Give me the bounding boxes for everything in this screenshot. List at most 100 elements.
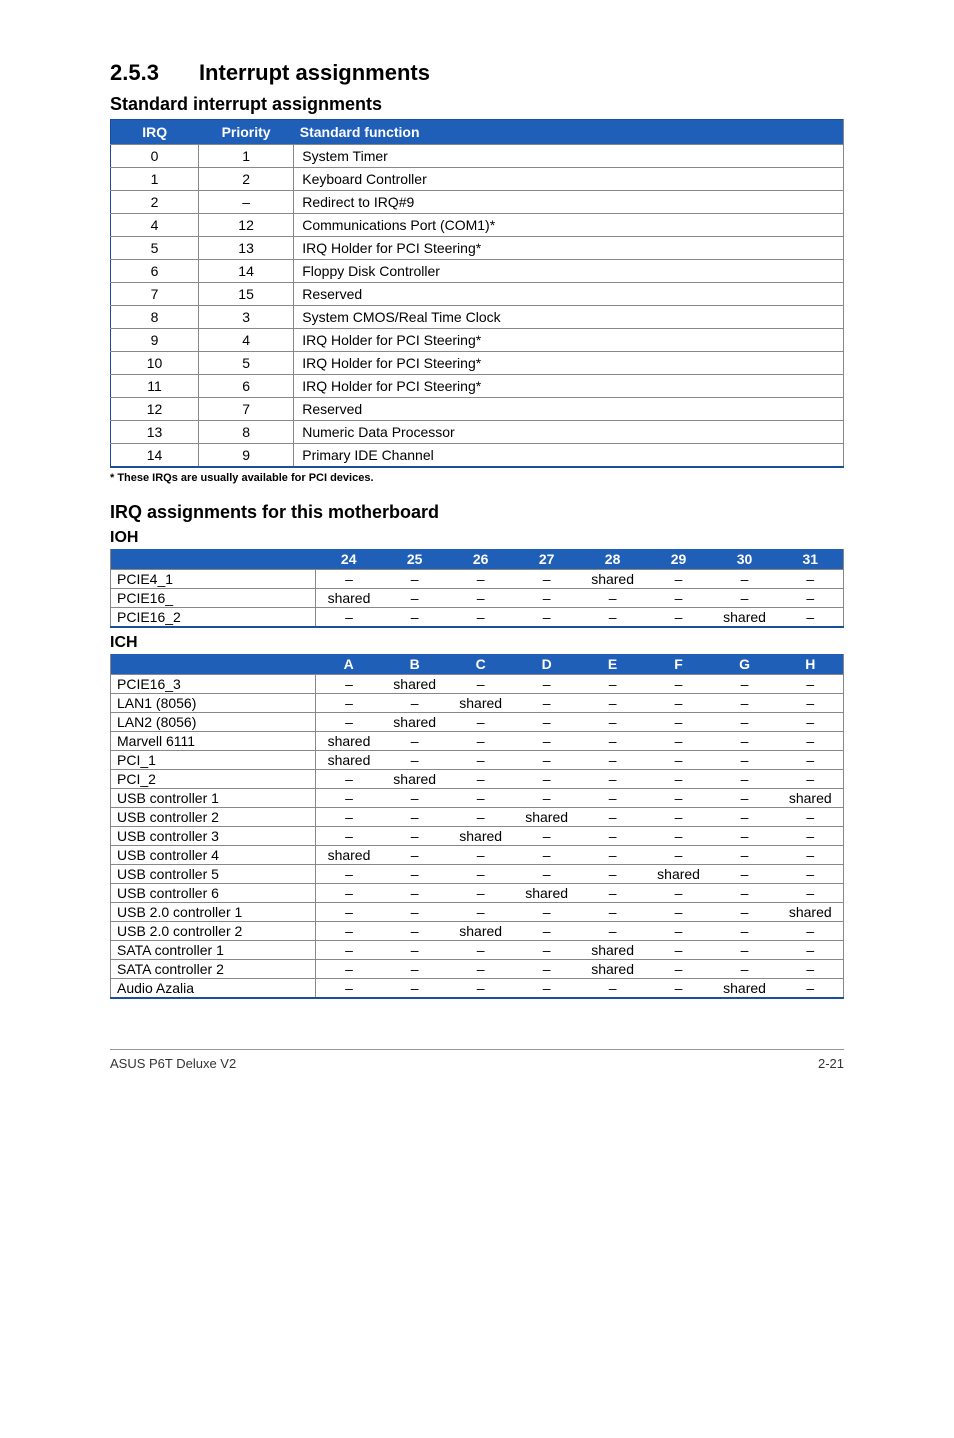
- cell-value: –: [580, 751, 646, 770]
- cell-value: shared: [382, 675, 448, 694]
- cell-value: –: [514, 960, 580, 979]
- cell-value: –: [580, 770, 646, 789]
- cell-value: –: [778, 732, 844, 751]
- table-row: 513IRQ Holder for PCI Steering*: [111, 237, 844, 260]
- table-row: USB controller 6–––shared––––: [111, 884, 844, 903]
- cell-value: –: [778, 922, 844, 941]
- cell-value: shared: [316, 751, 382, 770]
- cell-value: –: [778, 570, 844, 589]
- cell-value: –: [778, 846, 844, 865]
- cell-value: –: [382, 846, 448, 865]
- cell-row-label: PCI_1: [111, 751, 316, 770]
- cell-irq: 14: [111, 444, 199, 468]
- cell-priority: 4: [198, 329, 293, 352]
- cell-value: –: [514, 827, 580, 846]
- cell-value: –: [712, 827, 778, 846]
- cell-value: –: [778, 608, 844, 628]
- cell-value: –: [514, 589, 580, 608]
- std-heading: Standard interrupt assignments: [110, 94, 844, 115]
- cell-value: –: [514, 570, 580, 589]
- cell-value: shared: [712, 979, 778, 999]
- cell-value: –: [316, 884, 382, 903]
- th-col: G: [712, 654, 778, 675]
- cell-value: –: [580, 922, 646, 941]
- cell-value: –: [646, 608, 712, 628]
- cell-function: Redirect to IRQ#9: [294, 191, 844, 214]
- cell-value: –: [316, 903, 382, 922]
- cell-value: –: [580, 608, 646, 628]
- cell-value: –: [448, 570, 514, 589]
- cell-value: –: [316, 808, 382, 827]
- cell-value: –: [778, 865, 844, 884]
- cell-irq: 9: [111, 329, 199, 352]
- cell-value: –: [382, 751, 448, 770]
- cell-value: –: [712, 941, 778, 960]
- cell-value: –: [382, 694, 448, 713]
- cell-value: –: [448, 751, 514, 770]
- cell-value: shared: [514, 808, 580, 827]
- table-row: PCI_2–shared––––––: [111, 770, 844, 789]
- cell-value: –: [316, 713, 382, 732]
- cell-value: –: [646, 903, 712, 922]
- cell-value: shared: [514, 884, 580, 903]
- cell-priority: 14: [198, 260, 293, 283]
- cell-value: –: [778, 941, 844, 960]
- cell-value: –: [646, 884, 712, 903]
- cell-irq: 7: [111, 283, 199, 306]
- table-row: USB controller 3––shared–––––: [111, 827, 844, 846]
- table-row: 94IRQ Holder for PCI Steering*: [111, 329, 844, 352]
- cell-value: –: [712, 675, 778, 694]
- cell-irq: 12: [111, 398, 199, 421]
- cell-value: –: [580, 789, 646, 808]
- th-blank: [111, 654, 316, 675]
- cell-value: –: [316, 608, 382, 628]
- cell-value: –: [778, 751, 844, 770]
- section-title: Interrupt assignments: [199, 60, 430, 86]
- cell-value: –: [448, 808, 514, 827]
- cell-value: –: [646, 808, 712, 827]
- cell-function: Reserved: [294, 398, 844, 421]
- cell-function: IRQ Holder for PCI Steering*: [294, 352, 844, 375]
- cell-value: –: [580, 589, 646, 608]
- cell-value: –: [448, 865, 514, 884]
- cell-value: –: [778, 770, 844, 789]
- th-function: Standard function: [294, 120, 844, 145]
- cell-value: –: [778, 589, 844, 608]
- cell-row-label: PCIE4_1: [111, 570, 316, 589]
- cell-value: –: [316, 694, 382, 713]
- cell-value: –: [580, 827, 646, 846]
- table-row: 01System Timer: [111, 145, 844, 168]
- cell-priority: 13: [198, 237, 293, 260]
- cell-value: –: [448, 589, 514, 608]
- cell-value: –: [514, 713, 580, 732]
- cell-value: –: [514, 770, 580, 789]
- table-row: PCI_1shared–––––––: [111, 751, 844, 770]
- cell-value: –: [448, 608, 514, 628]
- cell-value: –: [382, 903, 448, 922]
- cell-value: shared: [316, 846, 382, 865]
- cell-value: –: [514, 903, 580, 922]
- th-priority: Priority: [198, 120, 293, 145]
- cell-row-label: SATA controller 1: [111, 941, 316, 960]
- cell-value: –: [382, 789, 448, 808]
- table-row: 715Reserved: [111, 283, 844, 306]
- cell-value: –: [316, 570, 382, 589]
- cell-row-label: LAN2 (8056): [111, 713, 316, 732]
- th-col: 24: [316, 549, 382, 570]
- th-col: 26: [448, 549, 514, 570]
- th-col: F: [646, 654, 712, 675]
- cell-value: –: [646, 675, 712, 694]
- th-col: D: [514, 654, 580, 675]
- cell-value: shared: [778, 903, 844, 922]
- th-col: 27: [514, 549, 580, 570]
- cell-row-label: USB controller 3: [111, 827, 316, 846]
- mb-heading: IRQ assignments for this motherboard: [110, 502, 844, 523]
- cell-value: –: [778, 808, 844, 827]
- cell-value: –: [514, 941, 580, 960]
- cell-value: –: [382, 884, 448, 903]
- cell-function: IRQ Holder for PCI Steering*: [294, 375, 844, 398]
- cell-row-label: PCIE16_: [111, 589, 316, 608]
- std-footnote: * These IRQs are usually available for P…: [110, 472, 844, 484]
- cell-function: System CMOS/Real Time Clock: [294, 306, 844, 329]
- cell-value: –: [514, 846, 580, 865]
